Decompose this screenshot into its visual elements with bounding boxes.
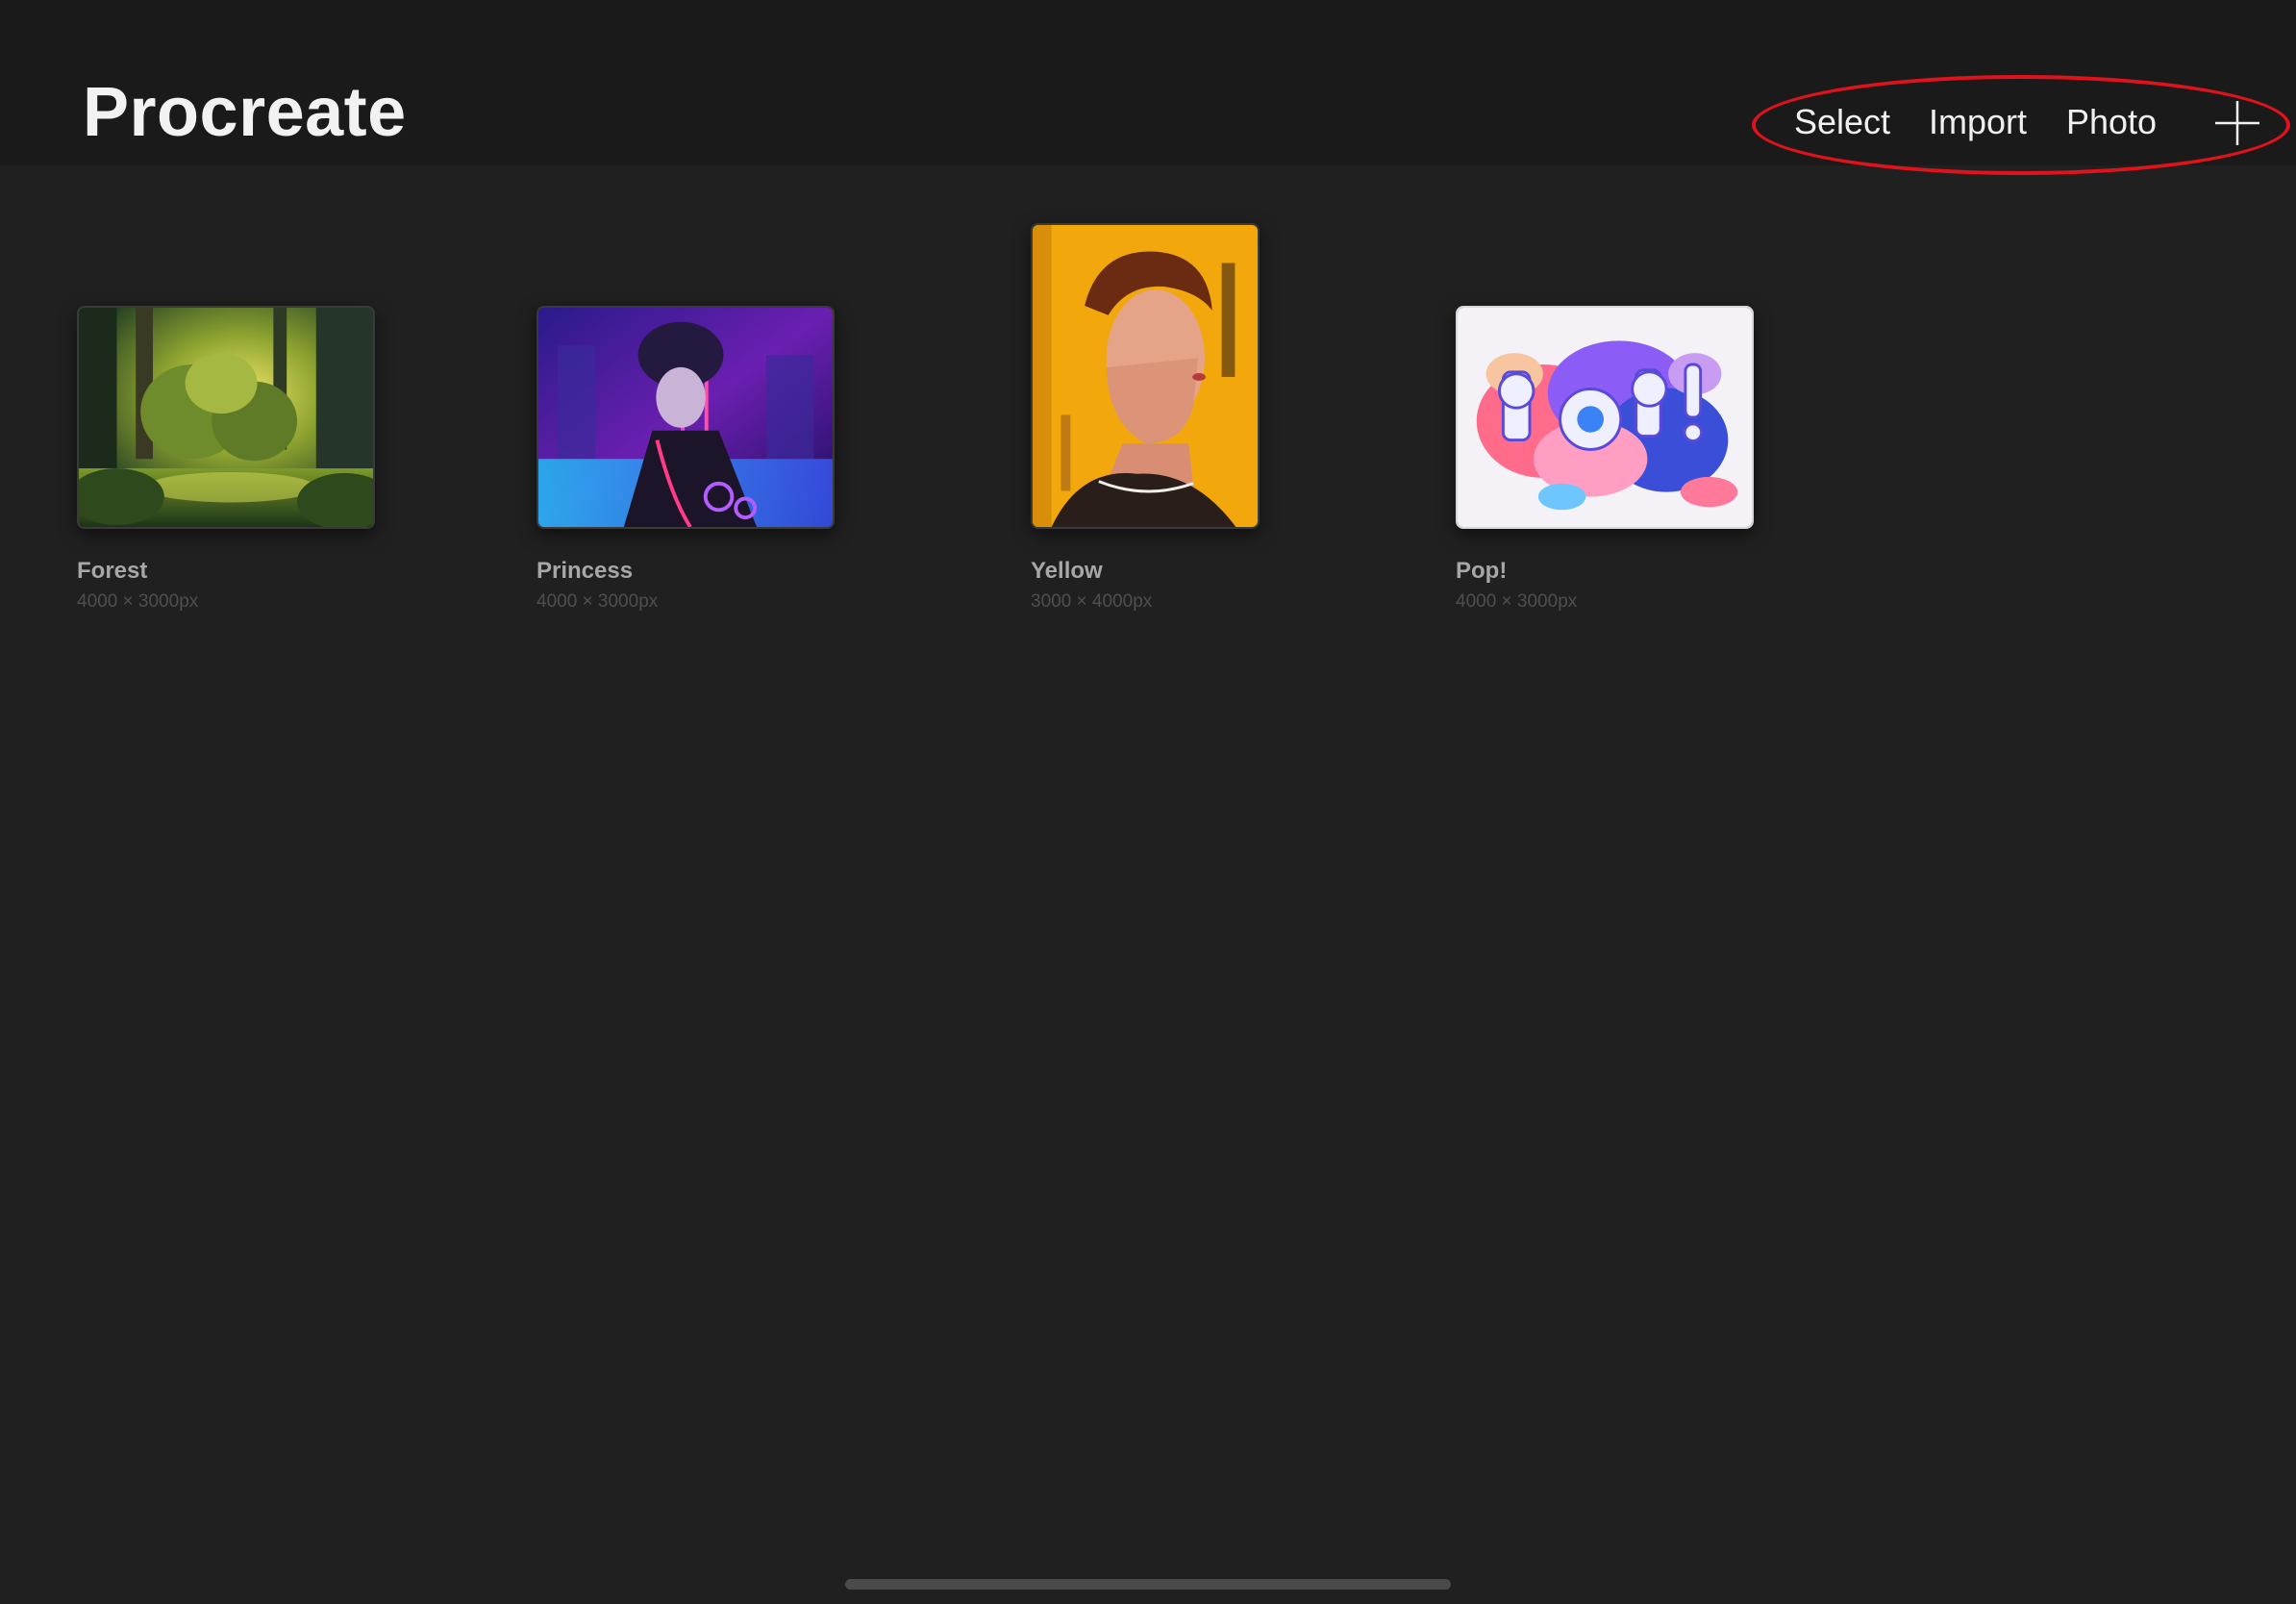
artwork-thumbnail[interactable] <box>1456 306 1754 529</box>
yellow-artwork-image <box>1033 225 1258 527</box>
import-button[interactable]: Import <box>1929 98 2027 146</box>
gallery-header: Procreate Select Import Photo <box>0 0 2296 165</box>
new-canvas-button[interactable] <box>2215 101 2259 145</box>
artwork-title: Forest <box>77 558 148 584</box>
artwork-dimensions: 4000 × 3000px <box>77 591 199 612</box>
app-title: Procreate <box>83 74 407 151</box>
artwork-dimensions: 3000 × 4000px <box>1031 591 1153 612</box>
artwork-thumbnail[interactable] <box>1031 223 1260 529</box>
select-button[interactable]: Select <box>1794 98 1890 146</box>
pop-artwork-image <box>1458 308 1752 527</box>
artwork-thumbnail[interactable] <box>537 306 835 529</box>
forest-artwork-image <box>79 308 373 527</box>
artwork-title: Yellow <box>1031 558 1103 584</box>
artwork-title: Pop! <box>1456 558 1508 584</box>
princess-artwork-image <box>538 308 833 527</box>
artwork-dimensions: 4000 × 3000px <box>537 591 659 612</box>
artwork-thumbnail[interactable] <box>77 306 375 529</box>
artwork-title: Princess <box>537 558 634 584</box>
photo-button[interactable]: Photo <box>2066 98 2157 146</box>
home-indicator[interactable] <box>845 1579 1451 1590</box>
plus-icon <box>2215 101 2259 145</box>
artwork-dimensions: 4000 × 3000px <box>1456 591 1578 612</box>
